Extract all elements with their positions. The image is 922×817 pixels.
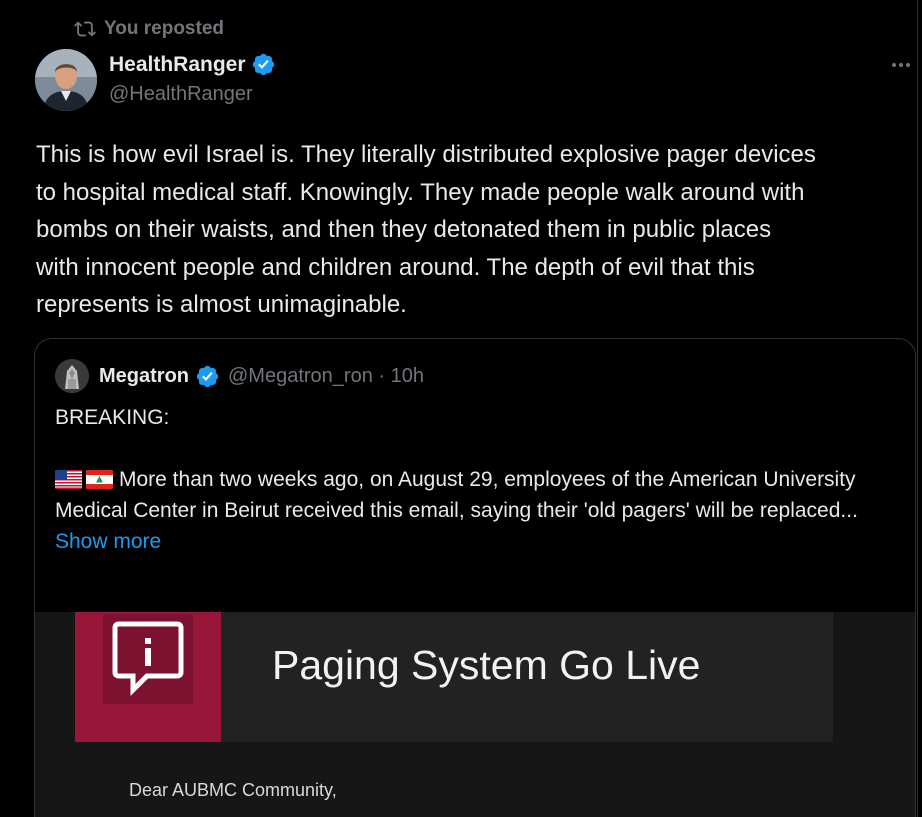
- repost-label: You reposted: [104, 18, 224, 39]
- author-name[interactable]: HealthRanger: [109, 53, 246, 77]
- more-icon[interactable]: [885, 52, 917, 78]
- robot-avatar-icon: [55, 359, 89, 393]
- repost-icon: [74, 21, 96, 37]
- avatar-photo-icon: [35, 49, 97, 111]
- tweet-text: This is how evil Israel is. They literal…: [36, 141, 816, 318]
- quoted-author-avatar[interactable]: [55, 359, 89, 393]
- lebanon-flag-icon: [86, 470, 113, 489]
- timeline-border: [917, 0, 918, 817]
- flags: [55, 470, 113, 489]
- author-avatar[interactable]: [35, 49, 97, 111]
- info-bubble-icon: [103, 614, 193, 704]
- quoted-body-paragraph: More than two weeks ago, on August 29, e…: [55, 464, 905, 526]
- quoted-body-text: More than two weeks ago, on August 29, e…: [55, 468, 858, 522]
- repost-indicator: You reposted: [74, 18, 224, 40]
- author-info: HealthRanger @HealthRanger: [109, 52, 276, 106]
- media-red-block: [75, 612, 221, 742]
- verified-badge-icon: [252, 53, 274, 76]
- quoted-tweet[interactable]: Megatron @Megatron_ron · 10h BREAKING: M…: [34, 338, 916, 817]
- media-banner: Paging System Go Live: [75, 612, 833, 742]
- quoted-tweet-text: BREAKING: More than two weeks ago, on Au…: [55, 402, 905, 557]
- show-more-link[interactable]: Show more: [55, 530, 161, 553]
- quoted-breaking-label: BREAKING:: [55, 406, 170, 429]
- media-title: Paging System Go Live: [272, 642, 701, 688]
- media-greeting: Dear AUBMC Community,: [129, 780, 337, 800]
- quoted-media-image[interactable]: Paging System Go Live Dear AUBMC Communi…: [35, 612, 915, 817]
- quoted-author-name[interactable]: Megatron: [99, 365, 189, 388]
- quoted-author-handle-time[interactable]: @Megatron_ron · 10h: [228, 365, 424, 388]
- quoted-tweet-header: Megatron @Megatron_ron · 10h: [55, 359, 424, 393]
- verified-badge-icon: [196, 365, 219, 387]
- us-flag-icon: [55, 470, 82, 489]
- author-handle[interactable]: @HealthRanger: [109, 83, 276, 106]
